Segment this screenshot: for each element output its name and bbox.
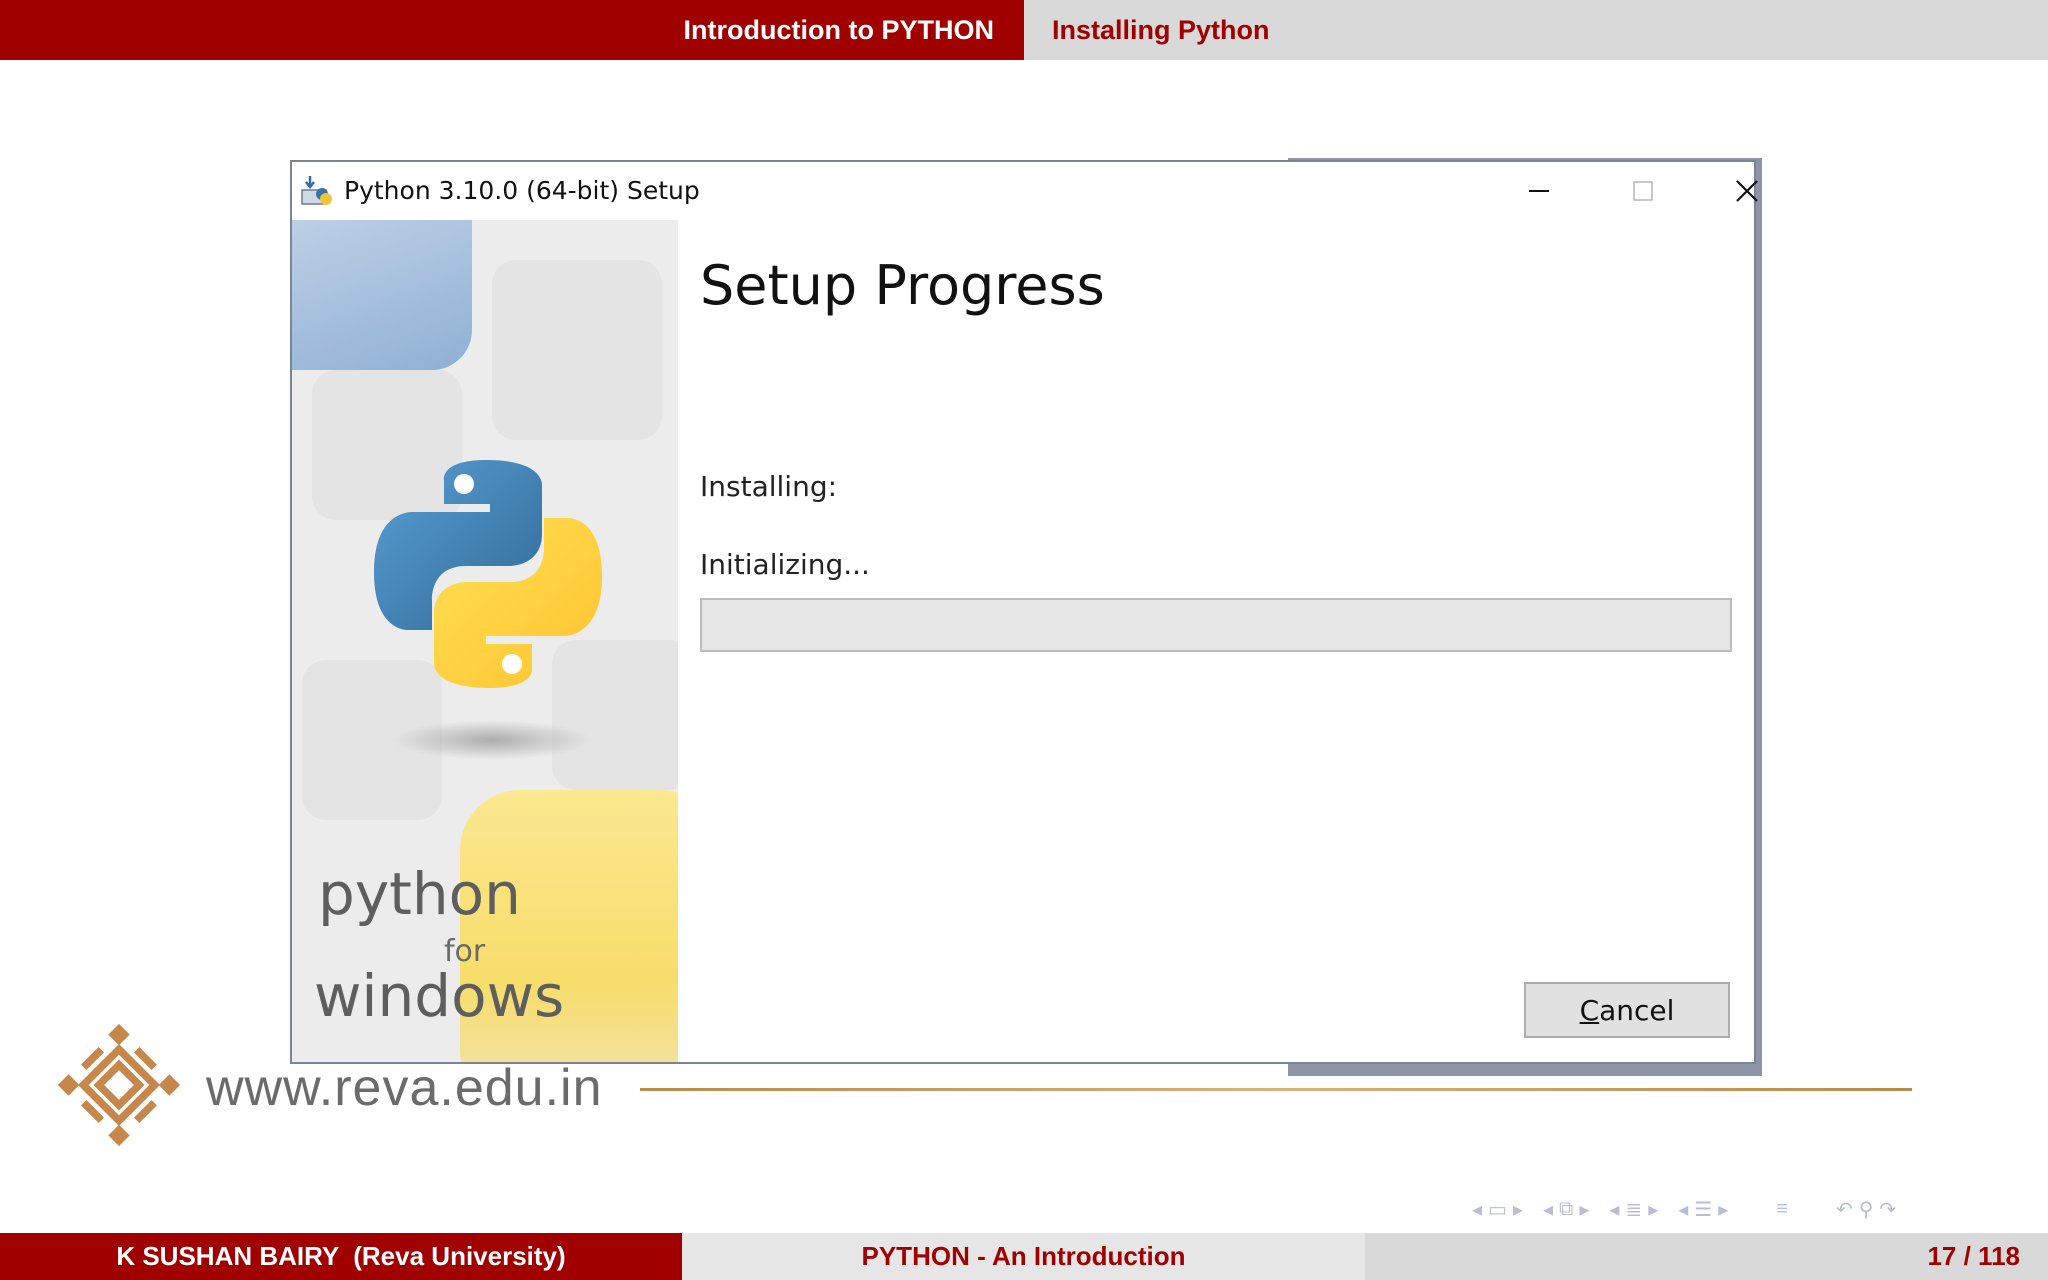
minimize-button[interactable] [1494,162,1584,220]
python-setup-icon [301,176,332,205]
nav-next-icon[interactable]: ▸ [1648,1197,1658,1222]
header-section[interactable]: Introduction to PYTHON [0,0,1024,60]
slide-footer: K SUSHAN BAIRY (Reva University) PYTHON … [0,1233,2048,1280]
status-text: Initializing... [700,548,870,581]
beamer-navigation: ◂ ▭ ▸ ◂ ⧉ ▸ ◂ ≣ ▸ ◂ ☰ ▸ ≡ ↶ ⚲ ↷ [1472,1194,1896,1224]
nav-next-icon[interactable]: ▸ [1579,1197,1589,1222]
reva-url[interactable]: www.reva.edu.in [206,1058,603,1118]
nav-frame-icon[interactable]: ▭ [1488,1197,1507,1222]
nav-doc-icon[interactable]: ☰ [1694,1197,1712,1222]
maximize-button[interactable] [1598,162,1688,220]
header-subsection[interactable]: Installing Python [1024,0,2048,60]
header-section-label: Introduction to PYTHON [683,14,994,45]
nav-prev-icon[interactable]: ◂ [1543,1197,1553,1222]
header-subsection-label: Installing Python [1052,14,1270,45]
close-icon [1736,180,1758,202]
python-side-panel: python for windows [292,220,678,1062]
window-title: Python 3.10.0 (64-bit) Setup [344,176,700,205]
footer-title: PYTHON - An Introduction [861,1241,1186,1271]
python-logo-icon [374,460,602,688]
nav-prev-icon[interactable]: ◂ [1472,1197,1482,1222]
logo-shadow [392,720,592,760]
nav-next-icon[interactable]: ▸ [1718,1197,1728,1222]
nav-section-icon[interactable]: ≣ [1625,1197,1642,1222]
installing-label: Installing: [700,470,838,503]
slide-header: Introduction to PYTHON Installing Python [0,0,2048,60]
cancel-label: ancel [1599,993,1675,1027]
footer-title-box: PYTHON - An Introduction [682,1233,1365,1280]
decor-tile [492,260,662,440]
footer-page-box: 17 / 118 [1365,1233,2048,1280]
decor-blue-tile [292,220,472,370]
setup-heading: Setup Progress [700,254,1105,317]
close-button[interactable] [1702,162,1792,220]
brand-python-text: python [318,860,521,928]
brand-windows-text: windows [314,962,565,1030]
maximize-icon [1633,181,1653,201]
nav-prev-icon[interactable]: ◂ [1678,1197,1688,1222]
nav-toc-icon[interactable]: ≡ [1776,1198,1788,1221]
progress-bar [700,598,1732,652]
nav-back-icon[interactable]: ↶ [1836,1197,1853,1222]
reva-logo-icon [57,1023,181,1147]
nav-next-icon[interactable]: ▸ [1513,1197,1523,1222]
minimize-icon [1529,190,1549,192]
footer-author: K SUSHAN BAIRY (Reva University) [116,1241,566,1271]
cancel-mnemonic: C [1579,993,1600,1027]
nav-prev-icon[interactable]: ◂ [1609,1197,1619,1222]
nav-search-icon[interactable]: ⚲ [1859,1197,1874,1222]
footer-author-box: K SUSHAN BAIRY (Reva University) [0,1233,682,1280]
cancel-button[interactable]: Cancel [1524,982,1730,1038]
nav-forward-icon[interactable]: ↷ [1879,1197,1896,1222]
title-bar[interactable]: Python 3.10.0 (64-bit) Setup [292,162,1758,220]
footer-page-number: 17 / 118 [1927,1241,2020,1271]
nav-subsection-icon[interactable]: ⧉ [1559,1198,1573,1221]
setup-window: Python 3.10.0 (64-bit) Setup python for … [290,160,1758,1064]
reva-divider [640,1088,1912,1091]
